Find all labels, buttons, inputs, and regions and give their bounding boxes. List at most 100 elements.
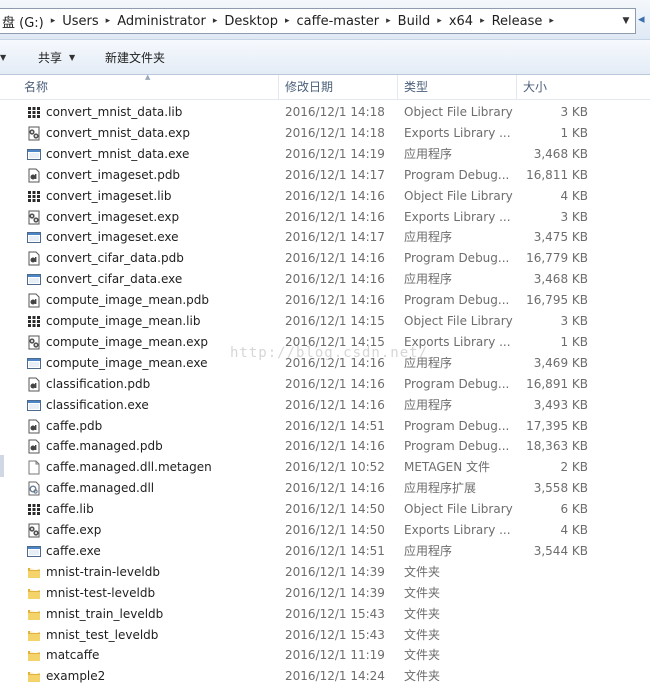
- file-row[interactable]: compute_image_mean.lib 2016/12/1 14:15 Obj…: [0, 311, 650, 332]
- file-date: 2016/12/1 14:17: [285, 230, 385, 245]
- file-type: 文件夹: [404, 585, 441, 600]
- file-name: compute_image_mean.exe: [46, 355, 208, 370]
- breadcrumb-item[interactable]: Release: [489, 14, 546, 29]
- breadcrumb-separator-icon[interactable]: ▸: [545, 16, 558, 26]
- file-type: 文件夹: [404, 606, 441, 621]
- breadcrumb-separator-icon[interactable]: ▸: [476, 16, 489, 26]
- file-date: 2016/12/1 11:19: [285, 648, 385, 663]
- file-row[interactable]: convert_imageset.exp 2016/12/1 14:16 Expor…: [0, 207, 650, 228]
- column-header-row: ▲ 名称 修改日期 类型 大小: [0, 73, 650, 100]
- breadcrumb-separator-icon[interactable]: ▸: [281, 16, 294, 26]
- file-row[interactable]: matcaffe 2016/12/1 11:19 文件夹: [0, 645, 650, 666]
- address-bar-area: 盘 (G:) ▸ Users ▸ Administrator ▸ Desktop ▸ caffe…: [0, 0, 650, 40]
- file-row[interactable]: compute_image_mean.pdb 2016/12/1 14:16 Pro…: [0, 290, 650, 311]
- pdb-icon: [27, 377, 41, 392]
- organize-caret-icon[interactable]: ▼: [0, 53, 6, 62]
- file-size: 6 KB: [560, 502, 588, 517]
- pdb-icon: [27, 168, 41, 183]
- breadcrumb-item[interactable]: Build: [395, 14, 434, 29]
- file-row[interactable]: classification.exe 2016/12/1 14:16 应用程序 3,4…: [0, 395, 650, 416]
- column-header-name[interactable]: 名称: [18, 75, 279, 100]
- exp-icon: [27, 210, 41, 225]
- file-row[interactable]: caffe.managed.dll 2016/12/1 14:16 应用程序扩展 3,…: [0, 478, 650, 499]
- file-row[interactable]: convert_imageset.lib 2016/12/1 14:16 Objec…: [0, 186, 650, 207]
- file-name: caffe.managed.pdb: [46, 439, 163, 454]
- breadcrumb-item[interactable]: caffe-master: [294, 14, 383, 29]
- breadcrumb-separator-icon[interactable]: ▸: [102, 16, 115, 26]
- file-row[interactable]: mnist_train_leveldb 2016/12/1 15:43 文件夹: [0, 604, 650, 625]
- column-header-size[interactable]: 大小: [517, 75, 650, 100]
- file-row[interactable]: convert_mnist_data.lib 2016/12/1 14:18 Obj…: [0, 102, 650, 123]
- file-size: 1 KB: [560, 334, 588, 349]
- exe-icon: [27, 356, 41, 371]
- file-name: convert_imageset.lib: [46, 188, 172, 203]
- file-type: Exports Library ...: [404, 125, 511, 140]
- file-size: 18,363 KB: [526, 439, 588, 454]
- folder-icon: [27, 648, 41, 663]
- file-row[interactable]: caffe.managed.dll.metagen 2016/12/1 10:52…: [0, 457, 650, 478]
- file-name: mnist-test-leveldb: [46, 585, 156, 600]
- column-type-label: 类型: [404, 80, 429, 94]
- new-folder-button[interactable]: 新建文件夹: [105, 49, 165, 66]
- breadcrumb-item[interactable]: Users: [59, 14, 101, 29]
- file-row[interactable]: convert_cifar_data.exe 2016/12/1 14:16 应用程…: [0, 269, 650, 290]
- pdb-icon: [27, 419, 41, 434]
- file-type: Program Debug...: [404, 418, 510, 433]
- file-date: 2016/12/1 14:51: [285, 543, 385, 558]
- breadcrumb-separator-icon[interactable]: ▸: [433, 16, 446, 26]
- file-size: 17,395 KB: [526, 418, 588, 433]
- breadcrumb-item[interactable]: 盘 (G:): [0, 12, 47, 31]
- file-name: caffe.pdb: [46, 418, 103, 433]
- file-type: Program Debug...: [404, 376, 510, 391]
- file-size: 3,558 KB: [533, 481, 588, 496]
- column-size-label: 大小: [523, 80, 548, 94]
- column-header-type[interactable]: 类型: [398, 75, 517, 100]
- file-date: 2016/12/1 14:50: [285, 523, 385, 537]
- file-row[interactable]: caffe.exp 2016/12/1 14:50 Exports Library …: [0, 520, 650, 541]
- breadcrumb-separator-icon[interactable]: ▸: [47, 16, 60, 26]
- file-date: 2016/12/1 14:16: [285, 293, 385, 308]
- file-date: 2016/12/1 15:43: [285, 606, 385, 621]
- file-date: 2016/12/1 14:18: [285, 105, 385, 119]
- file-row[interactable]: caffe.lib 2016/12/1 14:50 Object File Libr…: [0, 499, 650, 520]
- file-row[interactable]: convert_cifar_data.pdb 2016/12/1 14:16 Pro…: [0, 248, 650, 269]
- address-bar[interactable]: 盘 (G:) ▸ Users ▸ Administrator ▸ Desktop ▸ caffe…: [0, 8, 636, 34]
- file-row[interactable]: classification.pdb 2016/12/1 14:16 Program…: [0, 374, 650, 395]
- file-name: convert_mnist_data.lib: [46, 105, 183, 119]
- address-dropdown-icon[interactable]: ▼: [617, 9, 635, 33]
- file-row[interactable]: caffe.managed.pdb 2016/12/1 14:16 Program …: [0, 436, 650, 457]
- exe-icon: [27, 544, 41, 559]
- breadcrumb-item[interactable]: Desktop: [221, 14, 281, 29]
- file-row[interactable]: convert_imageset.exe 2016/12/1 14:17 应用程序 3…: [0, 227, 650, 248]
- file-row[interactable]: mnist-test-leveldb 2016/12/1 14:39 文件夹: [0, 583, 650, 604]
- file-row[interactable]: caffe.pdb 2016/12/1 14:51 Program Debug...…: [0, 416, 650, 437]
- file-type: Program Debug...: [404, 439, 510, 454]
- file-row[interactable]: convert_imageset.pdb 2016/12/1 14:17 Progr…: [0, 165, 650, 186]
- file-row[interactable]: caffe.exe 2016/12/1 14:51 应用程序 3,544 KB: [0, 541, 650, 562]
- file-row[interactable]: convert_mnist_data.exe 2016/12/1 14:19 应用程…: [0, 144, 650, 165]
- file-row[interactable]: example2 2016/12/1 14:24 文件夹: [0, 666, 650, 687]
- new-folder-label: 新建文件夹: [105, 50, 166, 65]
- lib-icon: [27, 189, 41, 204]
- breadcrumb-item[interactable]: x64: [446, 14, 476, 29]
- breadcrumb-item[interactable]: Administrator: [114, 14, 209, 29]
- file-row[interactable]: mnist_test_leveldb 2016/12/1 15:43 文件夹: [0, 625, 650, 646]
- file-size: 3 KB: [560, 314, 588, 328]
- file-name: example2: [46, 669, 106, 684]
- file-name: classification.exe: [46, 397, 149, 412]
- file-size: 16,779 KB: [526, 251, 588, 266]
- file-size: 3,469 KB: [533, 355, 588, 370]
- nav-arrow-icon[interactable]: ◂: [638, 12, 650, 27]
- file-row[interactable]: mnist-train-leveldb 2016/12/1 14:39 文件夹: [0, 562, 650, 583]
- file-row[interactable]: convert_mnist_data.exp 2016/12/1 14:18 Exp…: [0, 123, 650, 144]
- file-date: 2016/12/1 14:16: [285, 272, 385, 287]
- column-name-label: 名称: [24, 80, 49, 94]
- column-header-date[interactable]: 修改日期: [279, 75, 398, 100]
- breadcrumb-separator-icon[interactable]: ▸: [382, 16, 395, 26]
- file-date: 2016/12/1 14:16: [285, 188, 385, 203]
- file-type: 文件夹: [404, 648, 441, 663]
- file-date: 2016/12/1 14:15: [285, 314, 385, 328]
- share-button[interactable]: 共享 ▼: [38, 49, 75, 66]
- breadcrumb-separator-icon[interactable]: ▸: [209, 16, 222, 26]
- file-date: 2016/12/1 14:39: [285, 564, 385, 579]
